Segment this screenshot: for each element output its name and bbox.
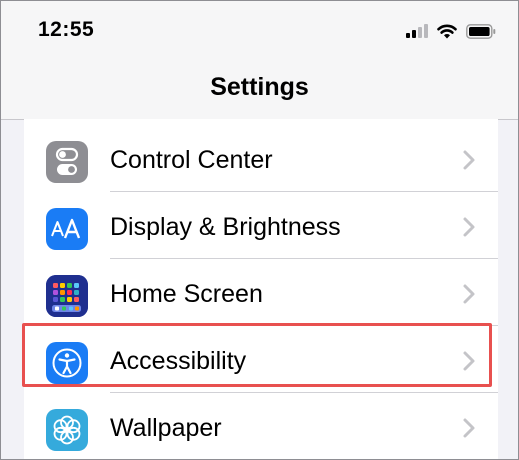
chevron-right-icon xyxy=(463,217,475,237)
settings-row-accessibility[interactable]: Accessibility xyxy=(24,326,498,393)
status-icons xyxy=(406,19,496,43)
chevron-right-icon xyxy=(463,150,475,170)
chevron-right-icon xyxy=(463,284,475,304)
settings-list: Control Center Display & Brightness Home… xyxy=(24,125,498,459)
settings-row-label: Home Screen xyxy=(110,280,263,308)
settings-row-label: Control Center xyxy=(110,146,273,174)
wifi-icon xyxy=(437,24,457,38)
status-bar: 12:55 xyxy=(1,1,518,57)
accessibility-icon xyxy=(46,342,88,384)
settings-row-control-center[interactable]: Control Center xyxy=(24,125,498,192)
settings-row-home-screen[interactable]: Home Screen xyxy=(24,259,498,326)
navigation-bar: Settings xyxy=(1,57,518,120)
settings-row-display-brightness[interactable]: Display & Brightness xyxy=(24,192,498,259)
battery-icon xyxy=(466,23,496,39)
toggle-switches-icon xyxy=(46,141,88,183)
app-grid-icon xyxy=(46,275,88,317)
phone-screen: 12:55 Settings Control Center Display & … xyxy=(0,0,519,460)
status-time: 12:55 xyxy=(38,18,95,41)
cellular-signal-icon xyxy=(406,24,428,38)
settings-row-wallpaper[interactable]: Wallpaper xyxy=(24,393,498,459)
settings-row-label: Display & Brightness xyxy=(110,213,341,241)
chevron-right-icon xyxy=(463,351,475,371)
flower-icon xyxy=(46,409,88,451)
page-title: Settings xyxy=(210,73,309,101)
chevron-right-icon xyxy=(463,418,475,438)
settings-row-label: Wallpaper xyxy=(110,414,222,442)
text-size-icon xyxy=(46,208,88,250)
settings-row-label: Accessibility xyxy=(110,347,247,375)
